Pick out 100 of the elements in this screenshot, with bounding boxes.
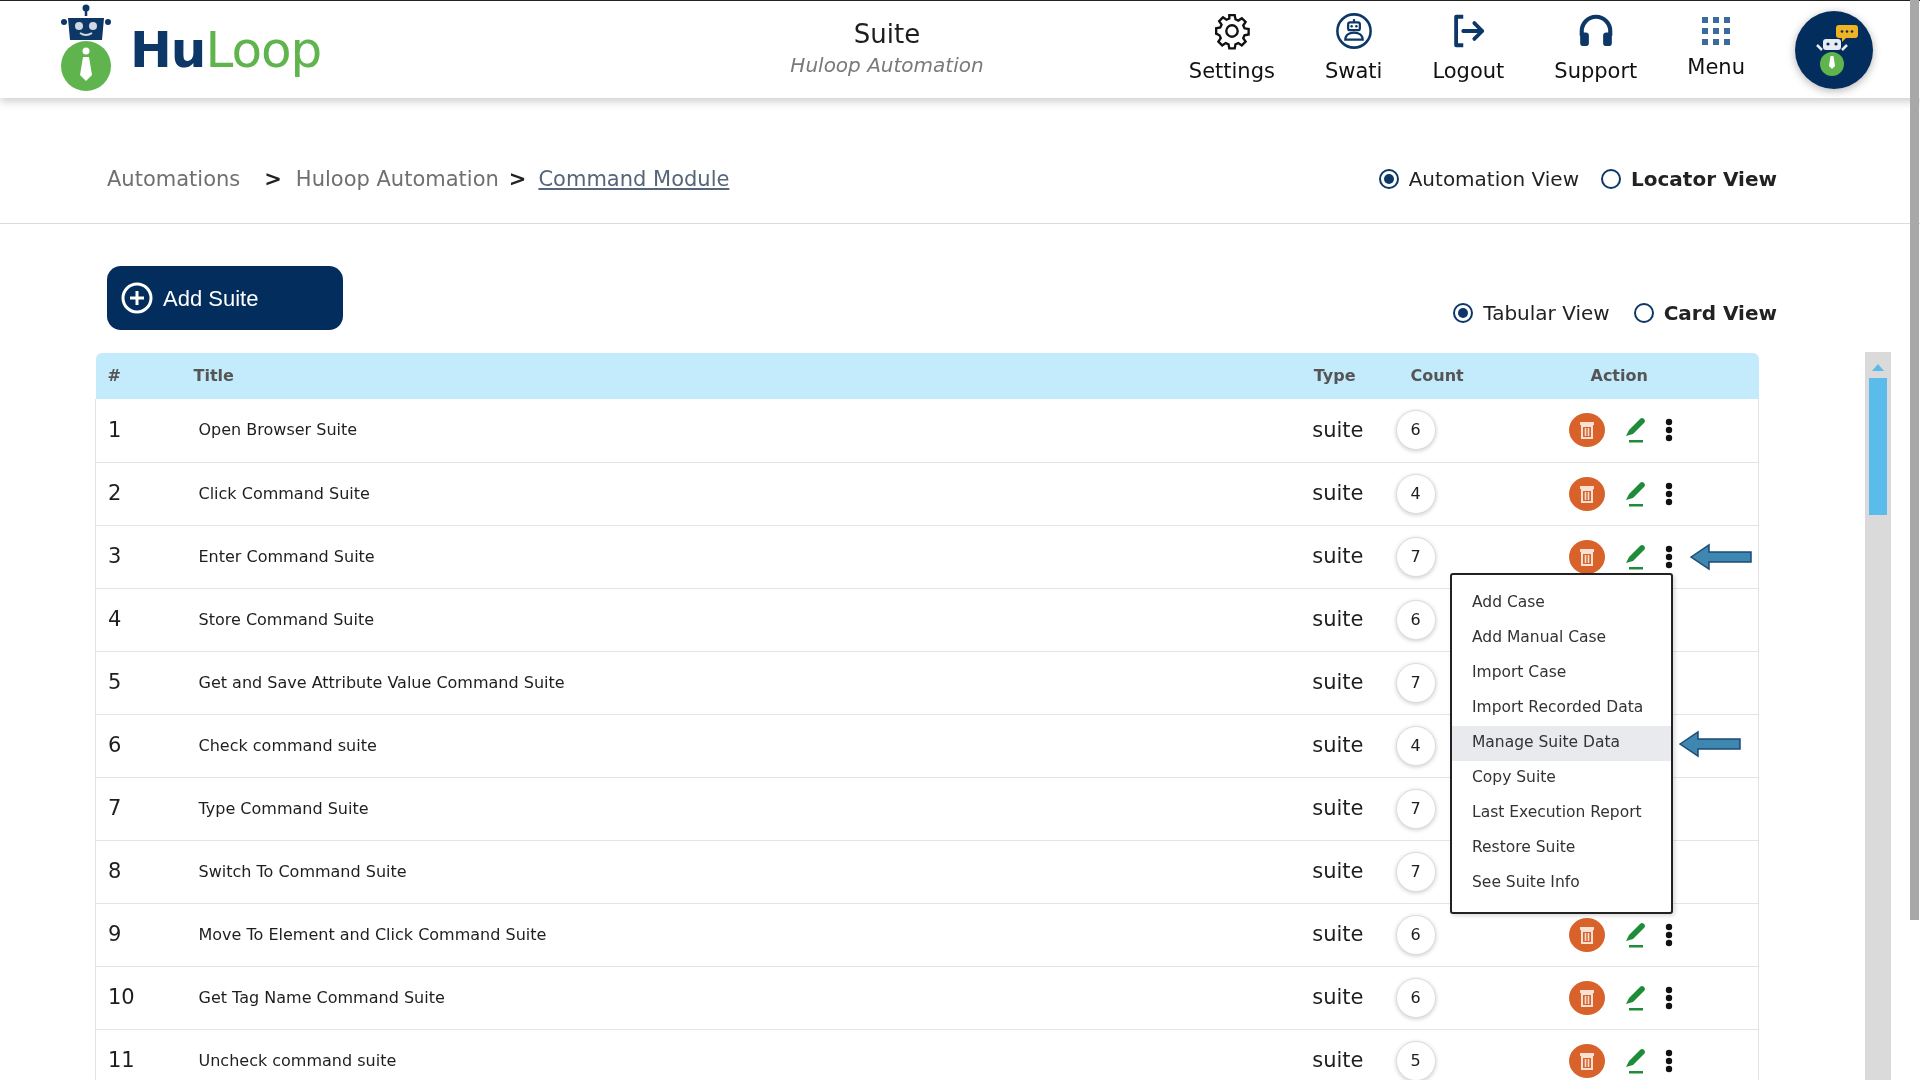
delete-button[interactable] bbox=[1568, 539, 1605, 574]
suite-type: suite bbox=[1290, 399, 1381, 462]
column-header: Count bbox=[1380, 353, 1521, 399]
suite-type: suite bbox=[1290, 966, 1381, 1029]
suite-title: Move To Element and Click Command Suite bbox=[185, 903, 1291, 966]
suite-title: Open Browser Suite bbox=[185, 399, 1291, 462]
menu-item[interactable]: Restore Suite bbox=[1452, 830, 1671, 866]
column-header: # bbox=[95, 353, 186, 399]
column-header: Title bbox=[185, 353, 1291, 399]
more-options-button[interactable] bbox=[1664, 544, 1673, 569]
more-options-button[interactable] bbox=[1664, 418, 1673, 443]
scrollbar-thumb[interactable] bbox=[1869, 378, 1887, 515]
suite-title: Check command suite bbox=[185, 714, 1291, 777]
radio-indicator[interactable] bbox=[1378, 169, 1399, 189]
trash-icon bbox=[1578, 1051, 1595, 1070]
suite-type: suite bbox=[1290, 651, 1381, 714]
radio-option[interactable]: Card View bbox=[1633, 298, 1777, 328]
trash-icon bbox=[1578, 484, 1595, 503]
suite-title: Click Command Suite bbox=[185, 462, 1291, 525]
count-badge: 7 bbox=[1395, 851, 1436, 892]
kebab-icon bbox=[1664, 481, 1673, 506]
kebab-icon bbox=[1664, 1048, 1673, 1073]
trash-icon bbox=[1578, 988, 1595, 1007]
trash-icon bbox=[1578, 421, 1595, 440]
suite-type: suite bbox=[1290, 588, 1381, 651]
radio-indicator[interactable] bbox=[1601, 169, 1621, 189]
row-number: 7 bbox=[95, 777, 186, 840]
breadcrumb-link[interactable]: Command Module bbox=[538, 164, 730, 196]
row-number: 9 bbox=[95, 903, 186, 966]
kebab-icon bbox=[1664, 922, 1673, 947]
kebab-icon bbox=[1664, 544, 1673, 569]
more-options-button[interactable] bbox=[1664, 985, 1673, 1010]
settings-icon bbox=[1212, 11, 1251, 50]
scrollbar[interactable] bbox=[1865, 352, 1891, 1080]
count-badge: 7 bbox=[1395, 662, 1436, 703]
menu-item[interactable]: Add Case bbox=[1452, 585, 1671, 621]
more-options-button[interactable] bbox=[1664, 481, 1673, 506]
nav-button[interactable]: Menu bbox=[1679, 15, 1753, 84]
count-badge: 4 bbox=[1395, 725, 1436, 766]
pointer-arrow bbox=[1688, 542, 1753, 571]
radio-option[interactable]: Automation View bbox=[1378, 164, 1579, 194]
plus-circle-icon bbox=[121, 282, 153, 314]
breadcrumb-link[interactable]: Automations bbox=[107, 164, 241, 196]
row-number: 10 bbox=[95, 966, 186, 1029]
count-badge: 7 bbox=[1395, 536, 1436, 577]
nav-button[interactable]: Settings bbox=[1180, 11, 1283, 88]
row-number: 1 bbox=[95, 399, 186, 462]
column-header: Action bbox=[1520, 353, 1759, 399]
assistant-avatar[interactable] bbox=[1795, 10, 1873, 89]
more-options-button[interactable] bbox=[1664, 922, 1673, 947]
nav-button[interactable]: Logout bbox=[1424, 11, 1513, 88]
suite-title: Switch To Command Suite bbox=[185, 840, 1291, 903]
row-number: 6 bbox=[95, 714, 186, 777]
add-suite-button[interactable]: Add Suite bbox=[107, 266, 343, 330]
kebab-icon bbox=[1664, 418, 1673, 443]
column-header: Type bbox=[1290, 353, 1381, 399]
page-title: Suite bbox=[852, 18, 922, 51]
grid-menu-icon bbox=[1701, 15, 1732, 46]
logo-wordmark: HuLoop bbox=[130, 24, 322, 75]
nav-button[interactable]: Swati bbox=[1316, 11, 1391, 88]
suite-title: Uncheck command suite bbox=[185, 1029, 1291, 1080]
row-number: 5 bbox=[95, 651, 186, 714]
breadcrumb-separator: > bbox=[508, 166, 527, 193]
row-number: 11 bbox=[95, 1029, 186, 1080]
suite-type: suite bbox=[1290, 462, 1381, 525]
robot-user-icon bbox=[1334, 11, 1373, 50]
row-number: 3 bbox=[95, 525, 186, 588]
menu-item[interactable]: Import Case bbox=[1452, 655, 1671, 691]
menu-item[interactable]: Add Manual Case bbox=[1452, 620, 1671, 656]
radio-indicator[interactable] bbox=[1453, 303, 1474, 323]
more-options-button[interactable] bbox=[1664, 1048, 1673, 1073]
row-number: 8 bbox=[95, 840, 186, 903]
suite-title: Get and Save Attribute Value Command Suite bbox=[185, 651, 1291, 714]
count-badge: 6 bbox=[1395, 977, 1436, 1018]
menu-item[interactable]: Last Execution Report bbox=[1452, 795, 1671, 831]
row-number: 4 bbox=[95, 588, 186, 651]
kebab-icon bbox=[1664, 985, 1673, 1010]
page-subtitle: Huloop Automation bbox=[789, 52, 985, 80]
suite-type: suite bbox=[1290, 777, 1381, 840]
suite-type: suite bbox=[1290, 525, 1381, 588]
count-badge: 6 bbox=[1395, 410, 1436, 451]
trash-icon bbox=[1578, 925, 1595, 944]
suite-title: Get Tag Name Command Suite bbox=[185, 966, 1291, 1029]
count-badge: 6 bbox=[1395, 599, 1436, 640]
menu-item[interactable]: Copy Suite bbox=[1452, 760, 1671, 796]
menu-item[interactable]: Import Recorded Data bbox=[1452, 690, 1671, 726]
radio-option[interactable]: Tabular View bbox=[1453, 298, 1610, 328]
menu-item[interactable]: See Suite Info bbox=[1452, 865, 1671, 901]
suite-type: suite bbox=[1290, 714, 1381, 777]
nav-button[interactable]: Support bbox=[1546, 11, 1646, 88]
row-number: 2 bbox=[95, 462, 186, 525]
breadcrumb-separator: > bbox=[264, 166, 282, 193]
scrollbar[interactable] bbox=[1910, 0, 1919, 920]
pointer-arrow bbox=[1678, 729, 1742, 758]
suite-title: Store Command Suite bbox=[185, 588, 1291, 651]
radio-option[interactable]: Locator View bbox=[1601, 164, 1777, 194]
breadcrumb-link[interactable]: Huloop Automation bbox=[295, 164, 499, 196]
count-badge: 4 bbox=[1395, 473, 1436, 514]
radio-indicator[interactable] bbox=[1633, 303, 1654, 323]
suite-title: Type Command Suite bbox=[185, 777, 1291, 840]
